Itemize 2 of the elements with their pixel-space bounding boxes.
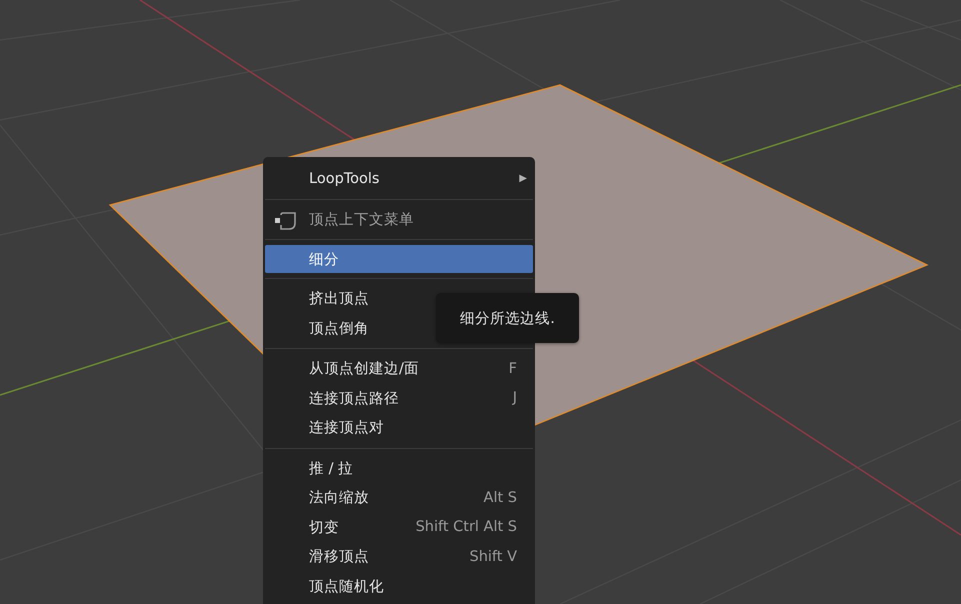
submenu-arrow: ▶	[519, 173, 527, 184]
tooltip: 细分所选边线.	[436, 293, 579, 343]
